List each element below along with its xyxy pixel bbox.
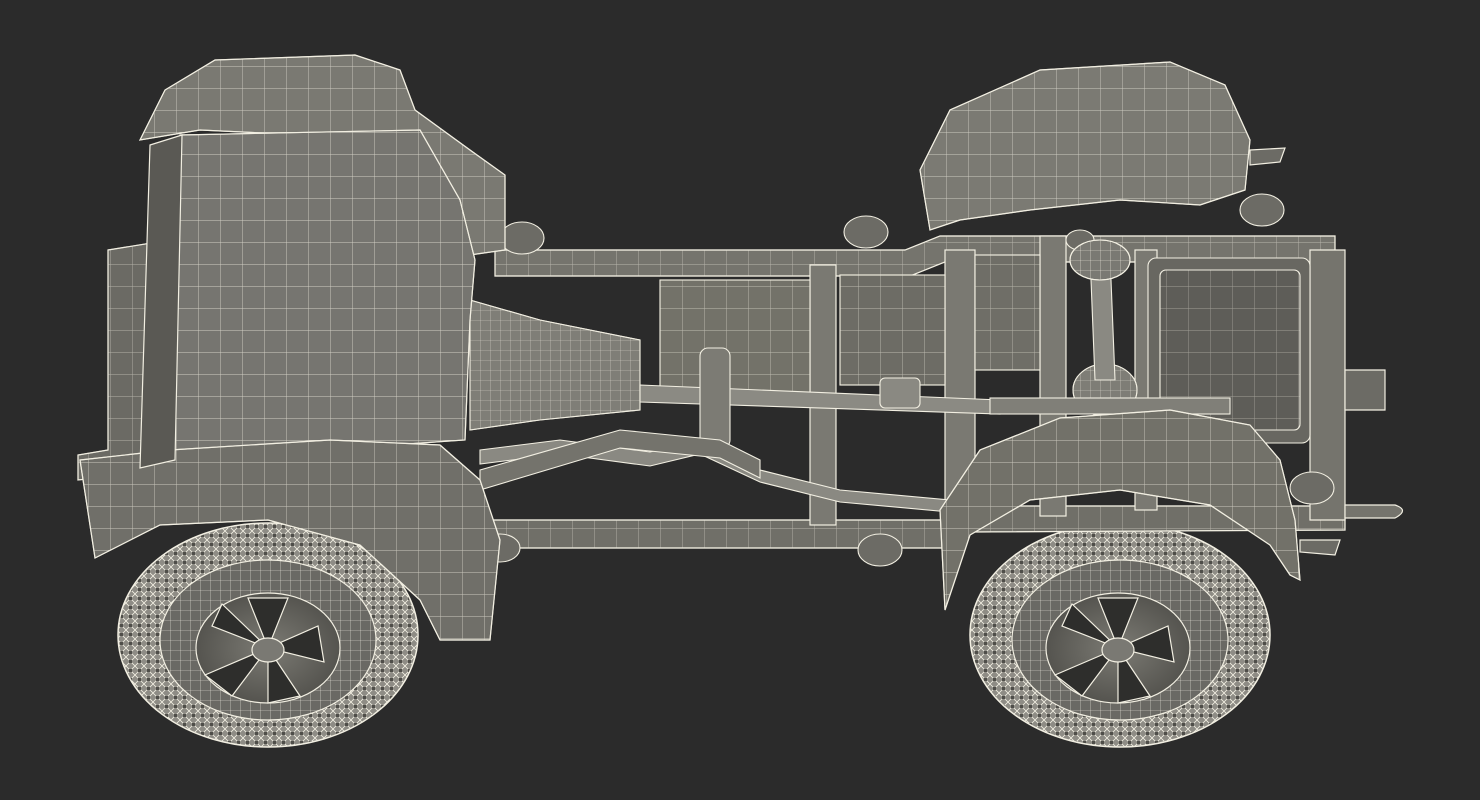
rear-axle xyxy=(989,397,1231,415)
tow-hook xyxy=(1344,504,1404,519)
rear-rim xyxy=(1045,592,1191,704)
chassis-render xyxy=(77,54,1404,748)
rear-wheel xyxy=(969,522,1271,748)
front-rim xyxy=(195,592,341,704)
